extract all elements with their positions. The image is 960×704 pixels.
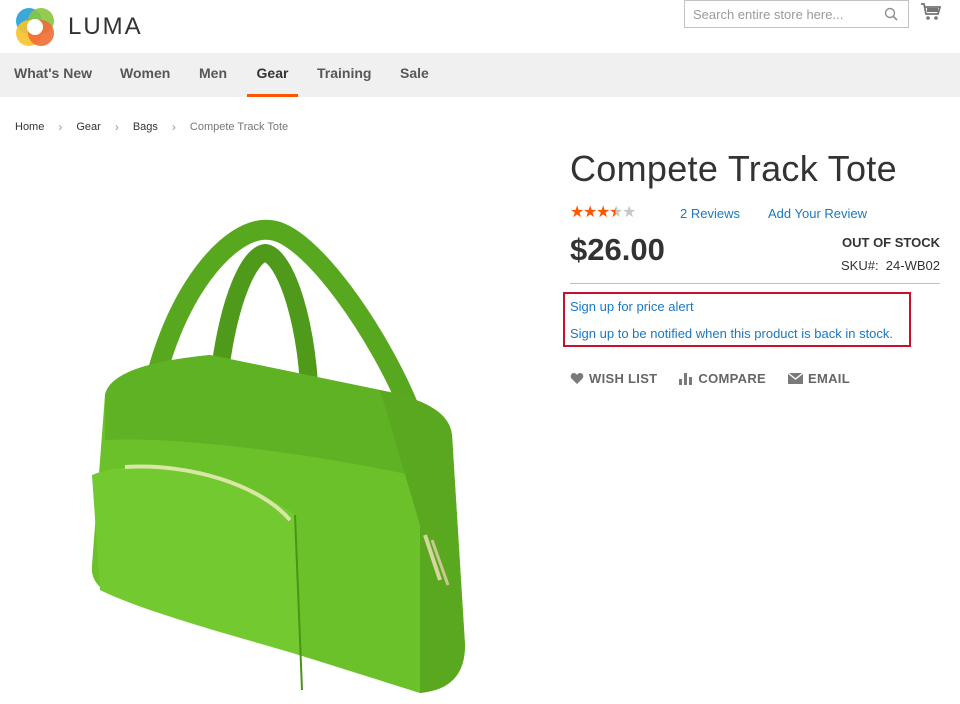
price-alert-link[interactable]: Sign up for price alert (570, 299, 694, 314)
chevron-right-icon: › (58, 120, 63, 134)
stock-status: OUT OF STOCK (842, 235, 940, 250)
divider (570, 283, 940, 284)
nav-item-whats-new[interactable]: What's New (14, 53, 92, 97)
wishlist-label: WISH LIST (589, 371, 658, 386)
search-box (684, 0, 909, 28)
product-title: Compete Track Tote (570, 148, 897, 189)
search-input[interactable] (685, 1, 875, 27)
cart-icon[interactable] (920, 2, 942, 22)
search-icon[interactable] (884, 7, 898, 21)
star-icon: ★ (622, 204, 637, 221)
breadcrumb-current: Compete Track Tote (189, 121, 289, 133)
rating-stars: ★ ★ ★ ★ ★ (570, 204, 637, 221)
wishlist-button[interactable]: WISH LIST (570, 371, 657, 386)
product-sku: SKU#: 24-WB02 (841, 258, 940, 273)
nav-item-gear[interactable]: Gear (247, 53, 298, 97)
envelope-icon (788, 373, 804, 384)
star-icon: ★ (609, 204, 624, 221)
sku-value: 24-WB02 (885, 258, 940, 273)
product-price: $26.00 (570, 232, 665, 267)
bar-chart-icon (679, 372, 693, 385)
nav-item-men[interactable]: Men (199, 53, 227, 97)
chevron-right-icon: › (114, 120, 119, 134)
nav-item-sale[interactable]: Sale (400, 53, 429, 97)
product-image[interactable] (80, 185, 480, 700)
compare-label: COMPARE (698, 371, 767, 386)
main-nav: What's New Women Men Gear Training Sale (0, 53, 960, 97)
add-review-link[interactable]: Add Your Review (768, 206, 867, 221)
logo-text: LUMA (68, 13, 143, 40)
stock-alert-link[interactable]: Sign up to be notified when this product… (570, 326, 893, 341)
logo[interactable]: LUMA (14, 6, 143, 48)
breadcrumb: Home › Gear › Bags › Compete Track Tote (15, 120, 288, 134)
nav-item-training[interactable]: Training (317, 53, 371, 97)
product-actions: WISH LIST COMPARE EMAIL (570, 371, 872, 386)
nav-item-women[interactable]: Women (120, 53, 170, 97)
luma-logo-icon (16, 8, 54, 46)
sku-label: SKU#: (840, 258, 879, 273)
compare-button[interactable]: COMPARE (679, 371, 766, 386)
star-icon: ★ (583, 204, 598, 221)
breadcrumb-bags[interactable]: Bags (133, 121, 158, 133)
email-label: EMAIL (808, 371, 850, 386)
star-icon: ★ (570, 204, 585, 221)
breadcrumb-home[interactable]: Home (15, 121, 44, 133)
breadcrumb-gear[interactable]: Gear (76, 121, 100, 133)
heart-icon (570, 372, 584, 384)
star-icon: ★ (596, 204, 611, 221)
chevron-right-icon: › (171, 120, 176, 134)
site-header: LUMA (0, 0, 960, 53)
green-tote-bag-image (91, 219, 466, 693)
reviews-link[interactable]: 2 Reviews (680, 206, 740, 221)
email-button[interactable]: EMAIL (788, 371, 850, 386)
